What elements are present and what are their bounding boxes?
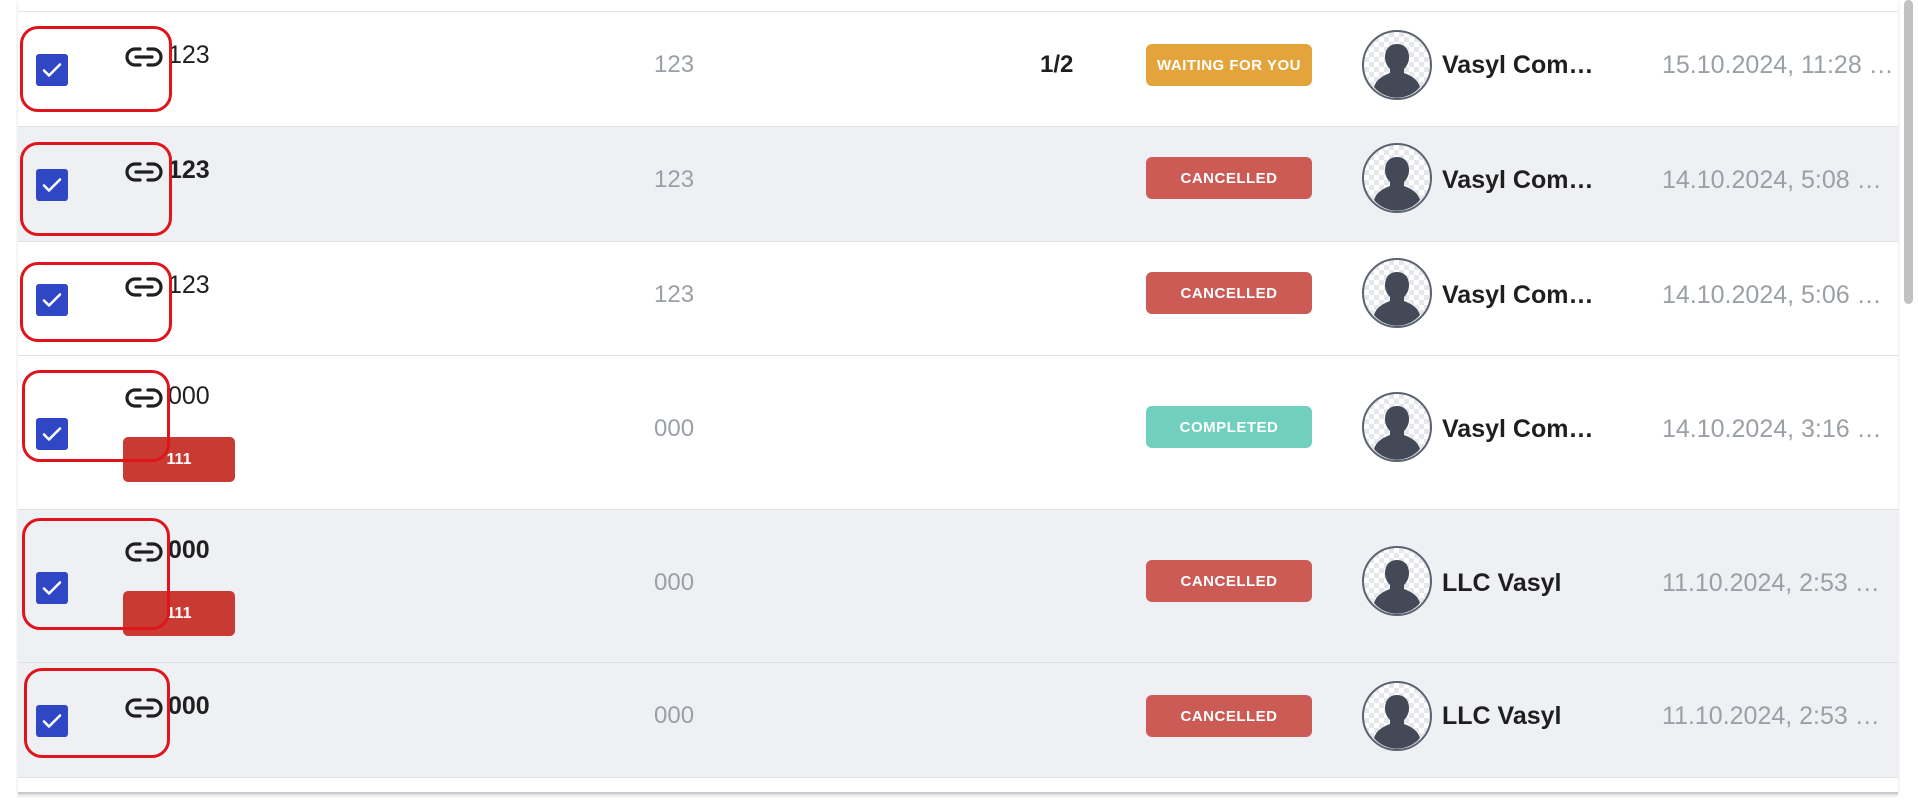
status-badge: WAITING FOR YOU — [1146, 44, 1312, 86]
row-checkbox[interactable] — [36, 284, 68, 316]
user-silhouette-icon — [1374, 157, 1420, 211]
row-checkbox[interactable] — [36, 418, 68, 450]
link-icon[interactable] — [125, 46, 163, 68]
checkmark-icon — [42, 178, 62, 192]
document-name[interactable]: 123 — [168, 271, 210, 300]
avatar — [1362, 143, 1432, 213]
table-row[interactable]: 123 123 CANCELLED Vasyl Com… 14.10.2024,… — [18, 127, 1898, 242]
status-badge: CANCELLED — [1146, 272, 1312, 314]
date-cell: 14.10.2024, 5:08 … — [1662, 166, 1882, 194]
document-name[interactable]: 000 — [168, 692, 210, 721]
date-cell: 14.10.2024, 5:06 … — [1662, 281, 1882, 309]
documents-table: 123 123 1/2 WAITING FOR YOU Vasyl Com… 1… — [18, 0, 1898, 794]
document-name[interactable]: 000 — [168, 382, 210, 411]
table-row[interactable]: 000 111 000 COMPLETED Vasyl Com… 14.10.2… — [18, 356, 1898, 510]
date-cell: 14.10.2024, 3:16 … — [1662, 415, 1882, 443]
document-ref: 123 — [654, 166, 695, 193]
user-silhouette-icon — [1374, 695, 1420, 749]
checkmark-icon — [42, 714, 62, 728]
document-tag[interactable]: 111 — [123, 437, 235, 482]
table-row[interactable]: 000 000 CANCELLED LLC Vasyl 11.10.2024, … — [18, 663, 1898, 778]
link-icon[interactable] — [125, 697, 163, 719]
avatar — [1362, 258, 1432, 328]
date-cell: 11.10.2024, 2:53 … — [1662, 569, 1880, 597]
table-row[interactable]: 000 111 000 CANCELLED LLC Vasyl 11.10.20… — [18, 510, 1898, 663]
status-badge: COMPLETED — [1146, 406, 1312, 448]
checkmark-icon — [42, 427, 62, 441]
owner-name: Vasyl Com… — [1442, 281, 1594, 309]
row-checkbox[interactable] — [36, 572, 68, 604]
document-name[interactable]: 123 — [168, 156, 210, 185]
owner-name: LLC Vasyl — [1442, 569, 1562, 597]
checkmark-icon — [42, 63, 62, 77]
signing-progress: 1/2 — [1040, 51, 1074, 78]
avatar — [1362, 30, 1432, 100]
owner-name: LLC Vasyl — [1442, 702, 1562, 730]
document-ref: 123 — [654, 281, 695, 308]
row-checkbox[interactable] — [36, 54, 68, 86]
checkmark-icon — [42, 293, 62, 307]
document-name[interactable]: 000 — [168, 536, 210, 565]
row-checkbox[interactable] — [36, 705, 68, 737]
date-cell: 15.10.2024, 11:28 … — [1662, 51, 1894, 79]
avatar — [1362, 681, 1432, 751]
document-ref: 000 — [654, 415, 695, 442]
status-badge: CANCELLED — [1146, 560, 1312, 602]
link-icon[interactable] — [125, 541, 163, 563]
table-row[interactable]: 123 123 CANCELLED Vasyl Com… 14.10.2024,… — [18, 242, 1898, 356]
document-tag[interactable]: 111 — [123, 591, 235, 636]
user-silhouette-icon — [1374, 406, 1420, 460]
date-cell: 11.10.2024, 2:53 … — [1662, 702, 1880, 730]
owner-name: Vasyl Com… — [1442, 51, 1594, 79]
owner-name: Vasyl Com… — [1442, 166, 1594, 194]
document-ref: 000 — [654, 569, 695, 596]
document-ref: 123 — [654, 51, 695, 78]
status-badge: CANCELLED — [1146, 157, 1312, 199]
row-checkbox[interactable] — [36, 169, 68, 201]
owner-name: Vasyl Com… — [1442, 415, 1594, 443]
document-ref: 000 — [654, 702, 695, 729]
avatar — [1362, 546, 1432, 616]
scrollbar-thumb[interactable] — [1904, 0, 1913, 304]
link-icon[interactable] — [125, 161, 163, 183]
checkmark-icon — [42, 581, 62, 595]
user-silhouette-icon — [1374, 44, 1420, 98]
status-badge: CANCELLED — [1146, 695, 1312, 737]
avatar — [1362, 392, 1432, 462]
user-silhouette-icon — [1374, 560, 1420, 614]
link-icon[interactable] — [125, 387, 163, 409]
user-silhouette-icon — [1374, 272, 1420, 326]
table-row[interactable]: 123 123 1/2 WAITING FOR YOU Vasyl Com… 1… — [18, 12, 1898, 127]
document-name[interactable]: 123 — [168, 41, 210, 70]
link-icon[interactable] — [125, 276, 163, 298]
